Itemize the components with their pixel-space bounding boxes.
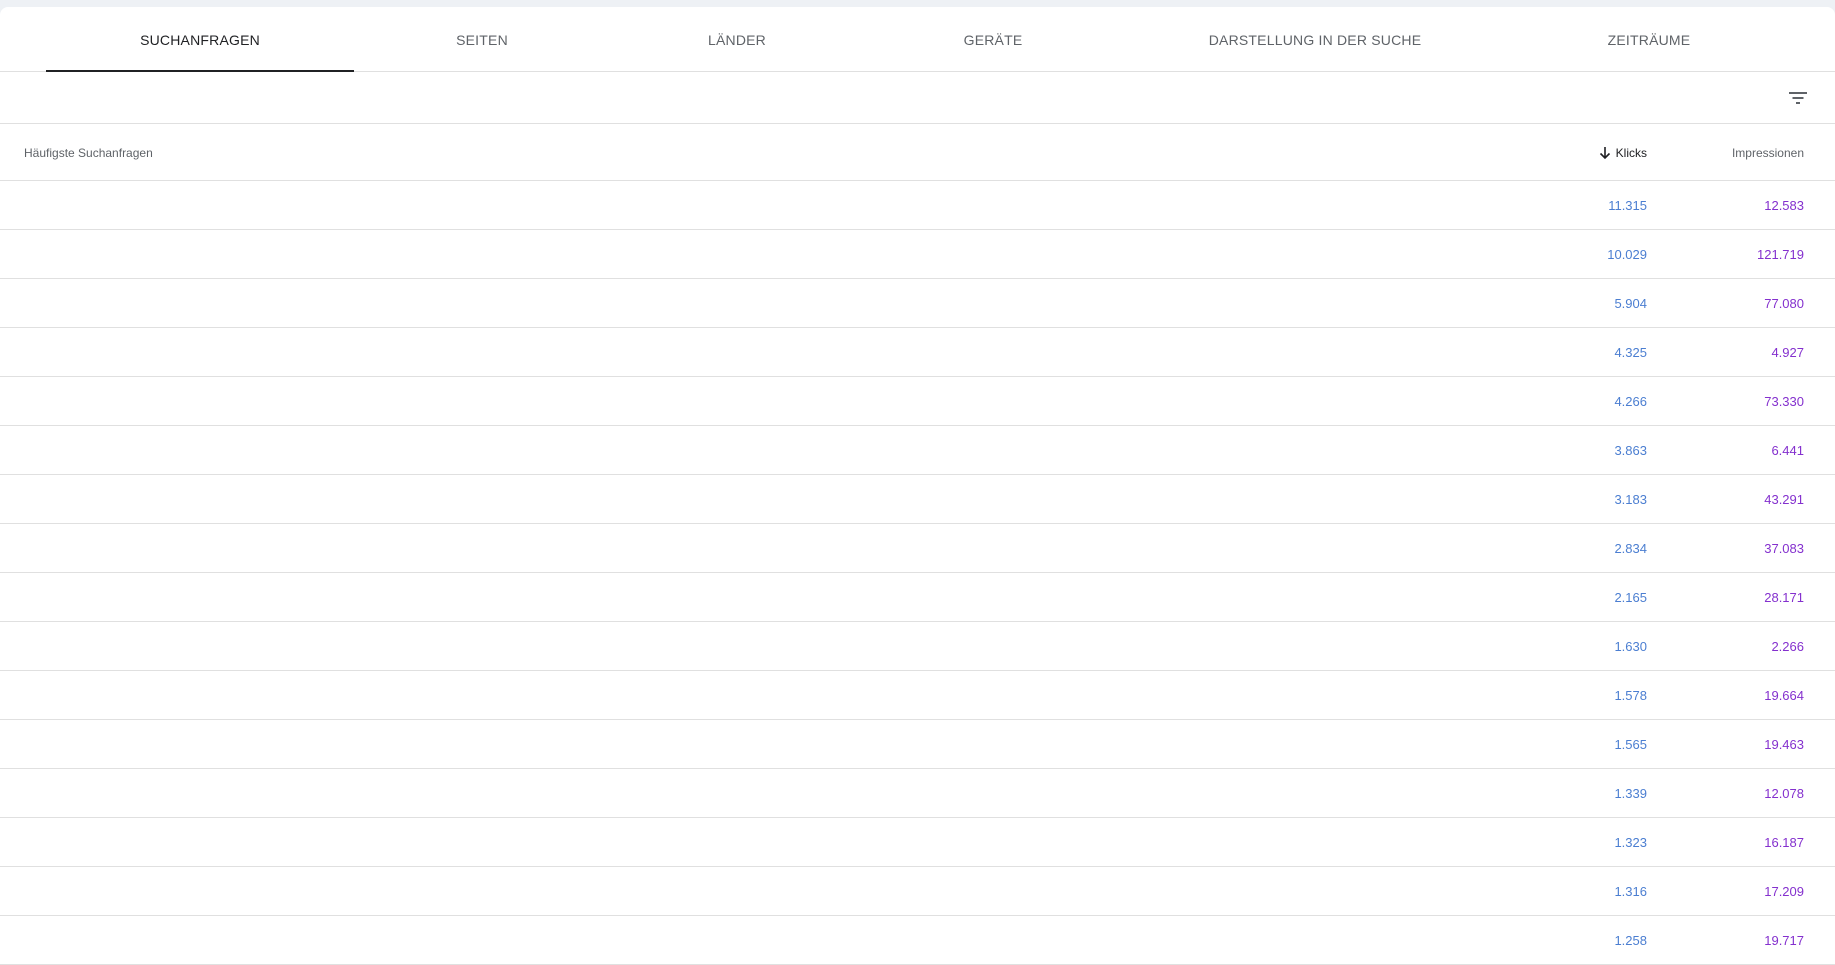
clicks-cell: 2.834 — [1614, 540, 1647, 556]
query-cell — [0, 377, 154, 425]
table-body: 11.315 12.583 10.029 121.719 5.904 77.080 4.32… — [0, 181, 1835, 965]
query-cell — [0, 916, 154, 964]
tab-suchanfragen[interactable]: SUCHANFRAGEN — [46, 7, 354, 72]
column-header-query: Häufigste Suchanfragen — [24, 145, 153, 160]
column-header-impressions[interactable]: Impressionen — [1732, 124, 1804, 181]
table-row[interactable]: 1.316 17.209 — [0, 867, 1835, 916]
table-row[interactable]: 1.578 19.664 — [0, 671, 1835, 720]
impressions-cell: 19.664 — [1764, 687, 1804, 703]
query-cell — [0, 622, 154, 670]
impressions-cell: 73.330 — [1764, 393, 1804, 409]
table-row[interactable]: 4.266 73.330 — [0, 377, 1835, 426]
table-row[interactable]: 3.183 43.291 — [0, 475, 1835, 524]
clicks-cell: 1.565 — [1614, 736, 1647, 752]
query-cell — [0, 671, 154, 719]
impressions-cell: 121.719 — [1757, 246, 1804, 262]
query-cell — [0, 181, 154, 229]
query-cell — [0, 426, 154, 474]
impressions-cell: 19.717 — [1764, 932, 1804, 948]
impressions-cell: 2.266 — [1771, 638, 1804, 654]
table-row[interactable]: 1.339 12.078 — [0, 769, 1835, 818]
column-header-clicks[interactable]: Klicks — [1598, 124, 1647, 181]
impressions-cell: 19.463 — [1764, 736, 1804, 752]
table-row[interactable]: 3.863 6.441 — [0, 426, 1835, 475]
clicks-cell: 3.183 — [1614, 491, 1647, 507]
clicks-cell: 11.315 — [1608, 197, 1647, 213]
table-row[interactable]: 2.834 37.083 — [0, 524, 1835, 573]
query-cell — [0, 475, 154, 523]
table-header: Häufigste Suchanfragen Klicks Impression… — [0, 124, 1835, 181]
clicks-cell: 5.904 — [1614, 295, 1647, 311]
clicks-cell: 2.165 — [1614, 589, 1647, 605]
table-row[interactable]: 5.904 77.080 — [0, 279, 1835, 328]
query-cell — [0, 720, 154, 768]
tab-seiten[interactable]: SEITEN — [382, 7, 582, 72]
clicks-cell: 4.266 — [1614, 393, 1647, 409]
query-cell — [0, 818, 154, 866]
impressions-cell: 28.171 — [1764, 589, 1804, 605]
tab-laender[interactable]: LÄNDER — [637, 7, 837, 72]
table-row[interactable]: 1.630 2.266 — [0, 622, 1835, 671]
impressions-cell: 17.209 — [1764, 883, 1804, 899]
tab-darstellung-in-der-suche[interactable]: DARSTELLUNG IN DER SUCHE — [1185, 7, 1445, 72]
filter-button[interactable] — [1785, 85, 1811, 111]
tab-zeitraeume[interactable]: ZEITRÄUME — [1549, 7, 1749, 72]
impressions-cell: 4.927 — [1771, 344, 1804, 360]
query-cell — [0, 230, 154, 278]
clicks-cell: 1.323 — [1614, 834, 1647, 850]
clicks-cell: 4.325 — [1614, 344, 1647, 360]
clicks-cell: 1.578 — [1614, 687, 1647, 703]
clicks-cell: 1.316 — [1614, 883, 1647, 899]
table-row[interactable]: 1.258 19.717 — [0, 916, 1835, 965]
tab-geraete[interactable]: GERÄTE — [893, 7, 1093, 72]
impressions-cell: 16.187 — [1764, 834, 1804, 850]
impressions-cell: 6.441 — [1771, 442, 1804, 458]
impressions-cell: 12.583 — [1764, 197, 1804, 213]
table-row[interactable]: 1.323 16.187 — [0, 818, 1835, 867]
clicks-cell: 3.863 — [1614, 442, 1647, 458]
query-cell — [0, 328, 154, 376]
table-row[interactable]: 10.029 121.719 — [0, 230, 1835, 279]
query-cell — [0, 769, 154, 817]
query-cell — [0, 279, 154, 327]
column-header-clicks-label: Klicks — [1615, 145, 1647, 160]
query-cell — [0, 524, 154, 572]
clicks-cell: 10.029 — [1607, 246, 1647, 262]
clicks-cell: 1.630 — [1614, 638, 1647, 654]
performance-card: SUCHANFRAGEN SEITEN LÄNDER GERÄTE DARSTE… — [0, 7, 1835, 965]
impressions-cell: 43.291 — [1764, 491, 1804, 507]
table-row[interactable]: 4.325 4.927 — [0, 328, 1835, 377]
table-row[interactable]: 1.565 19.463 — [0, 720, 1835, 769]
table-toolbar — [0, 72, 1835, 124]
arrow-down-icon — [1599, 146, 1610, 159]
query-cell — [0, 573, 154, 621]
filter-icon — [1789, 92, 1807, 104]
impressions-cell: 77.080 — [1764, 295, 1804, 311]
table-row[interactable]: 11.315 12.583 — [0, 181, 1835, 230]
clicks-cell: 1.258 — [1614, 932, 1647, 948]
impressions-cell: 12.078 — [1764, 785, 1804, 801]
table-row[interactable]: 2.165 28.171 — [0, 573, 1835, 622]
impressions-cell: 37.083 — [1764, 540, 1804, 556]
clicks-cell: 1.339 — [1614, 785, 1647, 801]
dimension-tabs: SUCHANFRAGEN SEITEN LÄNDER GERÄTE DARSTE… — [0, 7, 1835, 72]
query-cell — [0, 867, 154, 915]
